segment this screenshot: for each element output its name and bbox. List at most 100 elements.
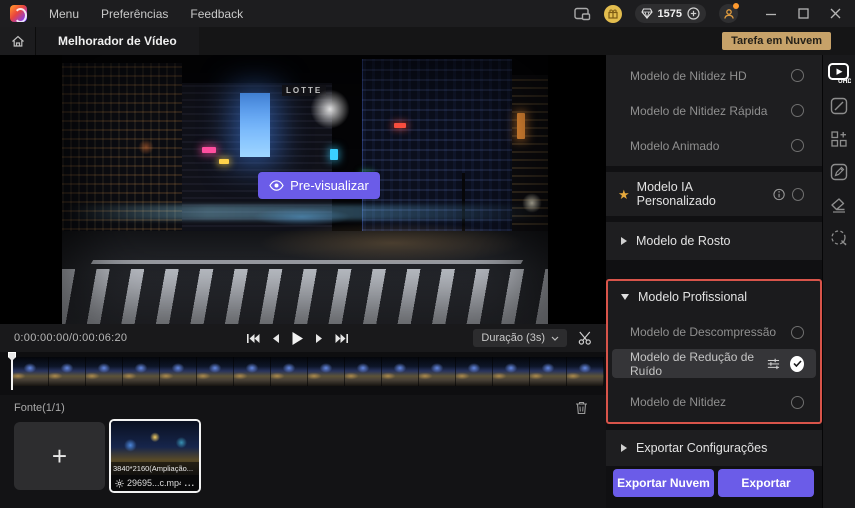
professional-model-header[interactable]: Modelo Profissional: [621, 285, 747, 309]
radio-unchecked[interactable]: [791, 326, 804, 339]
step-forward-button[interactable]: [315, 333, 324, 344]
minimize-button[interactable]: [761, 8, 781, 20]
notification-dot: [733, 3, 739, 9]
tab-label: Melhorador de Vídeo: [58, 34, 177, 48]
skip-start-button[interactable]: [246, 333, 260, 344]
playhead[interactable]: [8, 352, 16, 392]
model-label: Modelo de Nitidez Rápida: [630, 104, 767, 118]
feedback-button[interactable]: Feedback: [190, 7, 243, 21]
maximize-button[interactable]: [794, 8, 813, 19]
delete-button[interactable]: [575, 401, 588, 415]
model-row-nitidez[interactable]: Modelo de Nitidez: [612, 387, 816, 417]
custom-ai-model-row[interactable]: ★ Modelo IA Personalizado: [606, 172, 822, 216]
gear-icon[interactable]: [115, 479, 124, 488]
grid-add-icon: [830, 130, 848, 148]
tool-smart-select[interactable]: [827, 227, 851, 249]
timeline: [0, 352, 606, 395]
scissors-icon: [578, 331, 593, 345]
model-label: Modelo de Descompressão: [630, 325, 776, 339]
model-row-nitidez-rapida[interactable]: Modelo de Nitidez Rápida: [606, 93, 822, 128]
tab-bar: Melhorador de Vídeo Tarefa em Nuvem: [0, 27, 855, 55]
titlebar-right: 1575: [574, 0, 855, 27]
preferences-button[interactable]: Preferências: [101, 7, 168, 21]
plus-icon: +: [52, 441, 67, 472]
add-credits-icon[interactable]: [687, 7, 700, 20]
caret-right-icon: [621, 237, 627, 245]
tool-edit[interactable]: [827, 161, 851, 183]
tool-video-enhance-uhd[interactable]: UHD: [827, 62, 851, 84]
account-icon[interactable]: [719, 4, 738, 23]
svg-text:UHD: UHD: [838, 78, 851, 84]
thumbnail-filename: 29695...c.mp4: [127, 478, 181, 488]
duration-label: Duração (3s): [481, 332, 545, 344]
screen-mirror-icon[interactable]: [574, 7, 591, 21]
source-thumbnail[interactable]: 3840*2160(Ampliação... 29695...c.mp4 ...: [109, 419, 201, 493]
model-label: Modelo de Nitidez HD: [630, 69, 747, 83]
step-back-button[interactable]: [271, 333, 280, 344]
export-cloud-button[interactable]: Exportar Nuvem: [613, 469, 714, 497]
credits-pill[interactable]: 1575: [635, 4, 706, 23]
tool-batch-add[interactable]: [827, 128, 851, 150]
tool-eraser[interactable]: [827, 194, 851, 216]
more-button[interactable]: ...: [184, 480, 195, 486]
tool-rail: UHD: [822, 55, 855, 508]
preview-button[interactable]: Pre-visualizar: [258, 172, 380, 199]
professional-model-section: Modelo Profissional Modelo de Descompres…: [606, 279, 822, 424]
eraser-icon: [830, 197, 848, 213]
adjust-sliders-icon[interactable]: [767, 357, 780, 370]
curve-icon: [830, 97, 848, 115]
radio-unchecked[interactable]: [791, 139, 804, 152]
radio-unchecked[interactable]: [791, 396, 804, 409]
skip-end-button[interactable]: [335, 333, 349, 344]
duration-dropdown[interactable]: Duração (3s): [473, 329, 567, 347]
video-preview: LOTTE Pre-visualizar: [62, 55, 548, 324]
info-icon[interactable]: [773, 188, 785, 201]
export-settings-label: Exportar Configurações: [636, 441, 767, 455]
resolution-badge: 3840*2160(Ampliação...: [111, 462, 199, 475]
model-row-nitidez-hd[interactable]: Modelo de Nitidez HD: [606, 58, 822, 93]
trim-button[interactable]: [578, 331, 593, 345]
playback-controls: [246, 324, 349, 352]
gem-icon: [641, 8, 653, 19]
chevron-down-icon: [551, 336, 559, 341]
radio-unchecked[interactable]: [792, 188, 804, 201]
export-button[interactable]: Exportar: [718, 469, 814, 497]
uhd-play-icon: UHD: [827, 62, 851, 84]
menu-button[interactable]: Menu: [49, 7, 79, 21]
app-logo-icon: [10, 5, 27, 22]
close-button[interactable]: [826, 8, 845, 19]
custom-model-label: Modelo IA Personalizado: [637, 180, 766, 208]
star-icon: ★: [618, 188, 630, 201]
model-row-descompressao[interactable]: Modelo de Descompressão: [612, 317, 816, 347]
model-row-reducao-ruido-selected[interactable]: Modelo de Redução de Ruído: [612, 349, 816, 378]
trash-icon: [575, 401, 588, 415]
home-icon: [11, 35, 25, 48]
preview-stage: LOTTE Pre-visualizar 0:00:00:00/0:00:06:…: [0, 55, 606, 508]
radio-unchecked[interactable]: [791, 104, 804, 117]
edit-pencil-icon: [830, 163, 848, 181]
source-title: Fonte(1/1): [14, 402, 65, 414]
model-list-section: Modelo de Nitidez HD Modelo de Nitidez R…: [606, 55, 822, 166]
eye-icon: [269, 180, 284, 191]
model-label: Modelo de Redução de Ruído: [630, 350, 767, 378]
transport-right: Duração (3s): [473, 329, 606, 347]
promo-gift-icon[interactable]: [604, 5, 622, 23]
add-source-button[interactable]: +: [14, 422, 105, 490]
app-window: Menu Preferências Feedback 1575: [0, 0, 855, 508]
radio-unchecked[interactable]: [791, 69, 804, 82]
tab-video-enhancer[interactable]: Melhorador de Vídeo: [36, 27, 199, 55]
magic-select-icon: [830, 229, 848, 247]
play-button[interactable]: [291, 331, 304, 346]
radio-checked-icon[interactable]: [790, 356, 804, 372]
face-model-header[interactable]: Modelo de Rosto: [606, 222, 822, 260]
cloud-task-button[interactable]: Tarefa em Nuvem: [722, 32, 831, 50]
export-settings-header[interactable]: Exportar Configurações: [606, 430, 822, 466]
model-label: Modelo Animado: [630, 139, 719, 153]
model-row-animado[interactable]: Modelo Animado: [606, 128, 822, 163]
model-label: Modelo de Nitidez: [630, 395, 726, 409]
caret-right-icon: [621, 444, 627, 452]
tool-frame-rate[interactable]: [827, 95, 851, 117]
home-button[interactable]: [0, 27, 36, 55]
source-section: Fonte(1/1) + 3840*2160(Ampliação... 2969…: [0, 395, 606, 508]
filmstrip[interactable]: [11, 357, 604, 386]
